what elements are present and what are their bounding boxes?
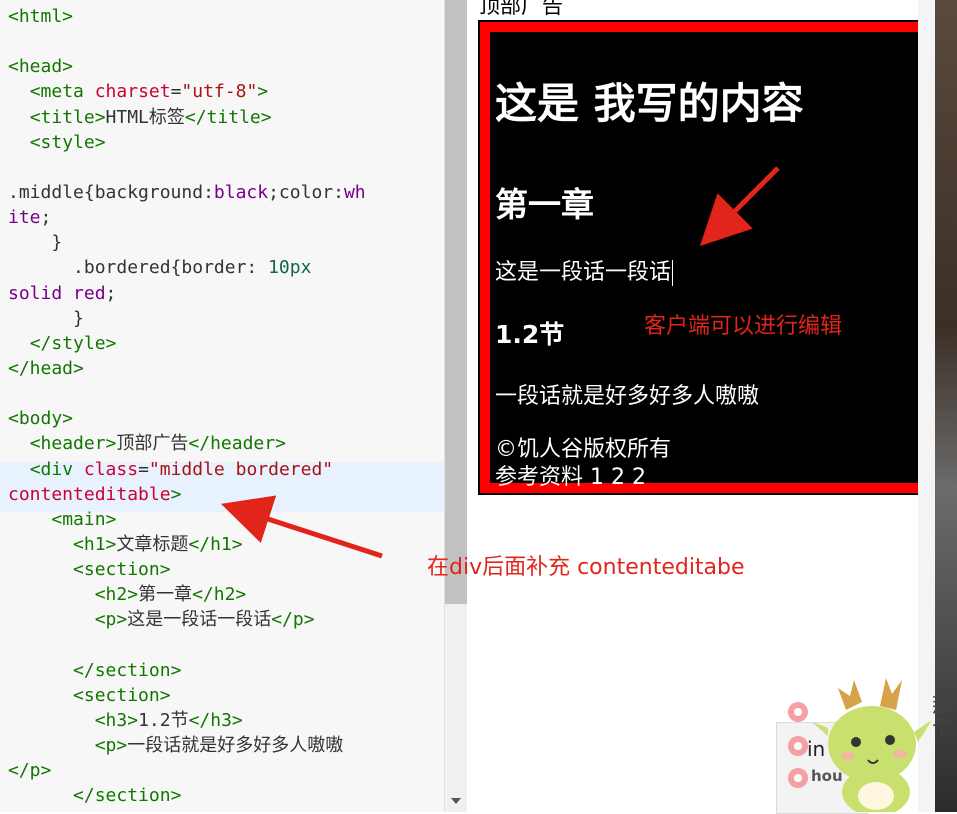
dragon-mascot-icon: [788, 678, 932, 812]
arrow-to-contenteditable: [220, 495, 383, 559]
arrow-to-paragraph: [699, 166, 780, 247]
sticker-side-text: 那个...: [932, 693, 957, 739]
mascot-sticker: in hou 那个...: [776, 670, 957, 814]
